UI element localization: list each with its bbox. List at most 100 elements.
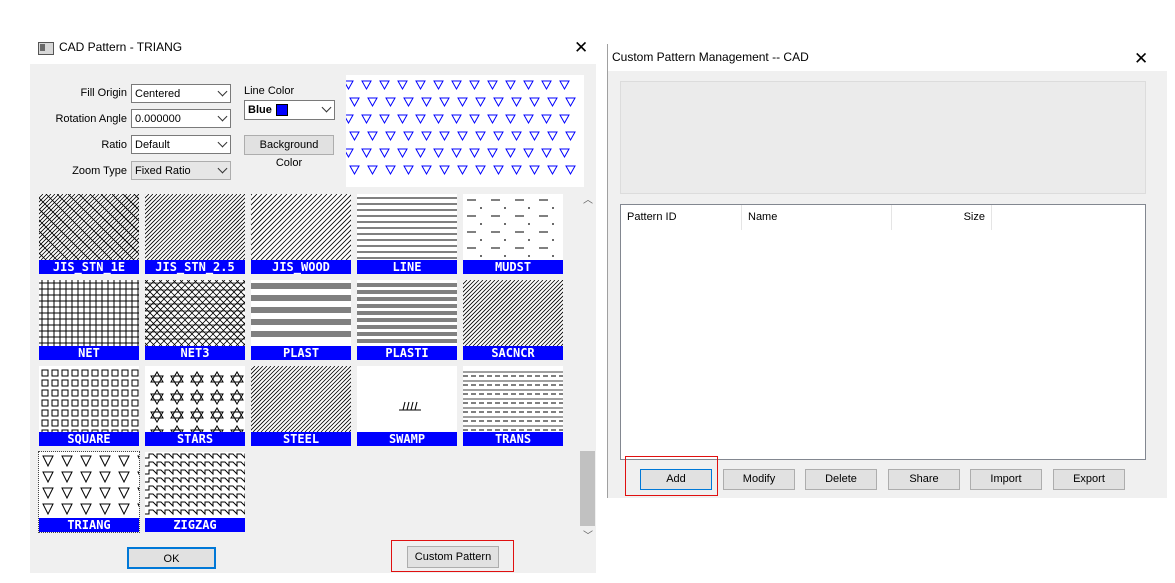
ok-button[interactable]: OK bbox=[127, 547, 216, 569]
pattern-swatch bbox=[39, 194, 139, 260]
zoom-type-select[interactable]: Fixed Ratio bbox=[131, 161, 231, 180]
pattern-name: STARS bbox=[145, 432, 245, 446]
chevron-down-icon bbox=[321, 102, 332, 113]
pattern-tile-zigzag[interactable]: ZIGZAG bbox=[145, 452, 245, 532]
pattern-name: JIS_STN_2.5 bbox=[145, 260, 245, 274]
pattern-tile-trans[interactable]: TRANS bbox=[463, 366, 563, 446]
dialog-title: Custom Pattern Management -- CAD bbox=[612, 50, 809, 64]
pattern-tile-line[interactable]: LINE bbox=[357, 194, 457, 274]
zoom-type-label: Zoom Type bbox=[72, 165, 127, 177]
pattern-swatch bbox=[150, 371, 244, 432]
ratio-select[interactable]: Default bbox=[131, 135, 231, 154]
highlight-box bbox=[391, 540, 514, 572]
pattern-name: JIS_STN_1E bbox=[39, 260, 139, 274]
line-color-label: Line Color bbox=[244, 85, 295, 97]
pattern-name: SWAMP bbox=[357, 432, 457, 446]
scroll-down-icon[interactable]: ﹀ bbox=[583, 532, 593, 542]
column-header-size[interactable]: Size bbox=[892, 205, 992, 230]
chevron-down-icon bbox=[217, 111, 228, 122]
pattern-tile-plasti[interactable]: PLASTI bbox=[357, 280, 457, 360]
pattern-name: TRIANG bbox=[39, 518, 139, 532]
import-button[interactable]: Import bbox=[970, 469, 1042, 490]
ratio-label: Ratio bbox=[101, 139, 127, 151]
pattern-swatch bbox=[42, 455, 139, 516]
pattern-name: JIS_WOOD bbox=[251, 260, 351, 274]
rotation-angle-select[interactable]: 0.000000 bbox=[131, 109, 231, 128]
pattern-tile-jis-stn-1e[interactable]: JIS_STN_1E bbox=[39, 194, 139, 274]
background-color-button[interactable]: Background Color bbox=[244, 135, 334, 169]
pattern-swatch bbox=[145, 453, 245, 516]
pattern-tile-mudst[interactable]: MUDST bbox=[463, 194, 563, 274]
highlight-box bbox=[625, 456, 718, 496]
pattern-name: SQUARE bbox=[39, 432, 139, 446]
pattern-swatch bbox=[399, 401, 421, 411]
share-button[interactable]: Share bbox=[888, 469, 960, 490]
pattern-name: ZIGZAG bbox=[145, 518, 245, 532]
pattern-tile-net3[interactable]: NET3 bbox=[145, 280, 245, 360]
close-icon[interactable]: ✕ bbox=[1134, 50, 1148, 67]
delete-button[interactable]: Delete bbox=[805, 469, 877, 490]
pattern-preview bbox=[346, 75, 584, 187]
ratio-value: Default bbox=[135, 139, 170, 151]
pattern-swatch bbox=[357, 283, 457, 343]
pattern-swatch bbox=[41, 369, 139, 432]
pattern-tile-square[interactable]: SQUARE bbox=[39, 366, 139, 446]
pattern-grid: JIS_STN_1E JIS_STN_2.5 JIS_WOOD LINE MUDST NE… bbox=[38, 193, 579, 563]
rotation-angle-value: 0.000000 bbox=[135, 113, 181, 125]
pattern-name: NET bbox=[39, 346, 139, 360]
pattern-swatch bbox=[463, 280, 563, 346]
fill-origin-select[interactable]: Centered bbox=[131, 84, 231, 103]
pattern-swatch bbox=[39, 280, 139, 346]
pattern-name: LINE bbox=[357, 260, 457, 274]
pattern-swatch bbox=[145, 194, 245, 260]
pattern-name: STEEL bbox=[251, 432, 351, 446]
chevron-down-icon bbox=[217, 163, 228, 174]
pattern-name: NET3 bbox=[145, 346, 245, 360]
zoom-type-value: Fixed Ratio bbox=[135, 165, 191, 177]
scroll-thumb[interactable] bbox=[580, 451, 595, 526]
cad-pattern-dialog: CAD Pattern - TRIANG ✕ Fill Origin Cente… bbox=[30, 30, 596, 573]
pattern-tile-jis-stn-2-5[interactable]: JIS_STN_2.5 bbox=[145, 194, 245, 274]
column-header-name[interactable]: Name bbox=[742, 205, 892, 230]
app-window-icon bbox=[38, 42, 54, 55]
fill-origin-label: Fill Origin bbox=[80, 87, 127, 99]
pattern-tile-jis-wood[interactable]: JIS_WOOD bbox=[251, 194, 351, 274]
line-color-select[interactable]: Blue bbox=[244, 100, 335, 120]
pattern-tile-stars[interactable]: STARS bbox=[145, 366, 245, 446]
pattern-name: PLASTI bbox=[357, 346, 457, 360]
pattern-preview-panel bbox=[620, 81, 1146, 194]
pattern-name: TRANS bbox=[463, 432, 563, 446]
pattern-swatch bbox=[357, 197, 457, 259]
vertical-scrollbar[interactable]: ︿ ﹀ bbox=[579, 193, 596, 546]
pattern-tile-plast[interactable]: PLAST bbox=[251, 280, 351, 360]
pattern-swatch bbox=[463, 371, 563, 431]
color-swatch bbox=[276, 104, 288, 116]
line-color-value: Blue bbox=[248, 104, 272, 116]
pattern-swatch bbox=[467, 199, 554, 257]
export-button[interactable]: Export bbox=[1053, 469, 1125, 490]
pattern-tile-swamp[interactable]: SWAMP bbox=[357, 366, 457, 446]
pattern-name: MUDST bbox=[463, 260, 563, 274]
pattern-swatch bbox=[145, 280, 245, 346]
pattern-name: SACNCR bbox=[463, 346, 563, 360]
title-bar: Custom Pattern Management -- CAD ✕ bbox=[608, 44, 1167, 71]
pattern-tile-net[interactable]: NET bbox=[39, 280, 139, 360]
pattern-swatch bbox=[251, 194, 351, 260]
chevron-down-icon bbox=[217, 137, 228, 148]
scroll-up-icon[interactable]: ︿ bbox=[583, 196, 593, 206]
pattern-tile-steel[interactable]: STEEL bbox=[251, 366, 351, 446]
chevron-down-icon bbox=[217, 86, 228, 97]
title-bar: CAD Pattern - TRIANG ✕ bbox=[30, 30, 596, 64]
rotation-angle-label: Rotation Angle bbox=[55, 113, 127, 125]
pattern-tile-sacncr[interactable]: SACNCR bbox=[463, 280, 563, 360]
custom-pattern-management-dialog: Custom Pattern Management -- CAD ✕ Patte… bbox=[607, 44, 1167, 498]
close-icon[interactable]: ✕ bbox=[574, 39, 588, 56]
fill-origin-value: Centered bbox=[135, 88, 181, 100]
column-header-pattern-id[interactable]: Pattern ID bbox=[621, 205, 742, 230]
dialog-title: CAD Pattern - TRIANG bbox=[59, 40, 183, 54]
pattern-list[interactable]: Pattern ID Name Size bbox=[620, 204, 1146, 460]
pattern-swatch bbox=[251, 366, 351, 432]
pattern-tile-triang[interactable]: TRIANG bbox=[38, 451, 140, 533]
modify-button[interactable]: Modify bbox=[723, 469, 795, 490]
pattern-swatch bbox=[251, 283, 351, 337]
